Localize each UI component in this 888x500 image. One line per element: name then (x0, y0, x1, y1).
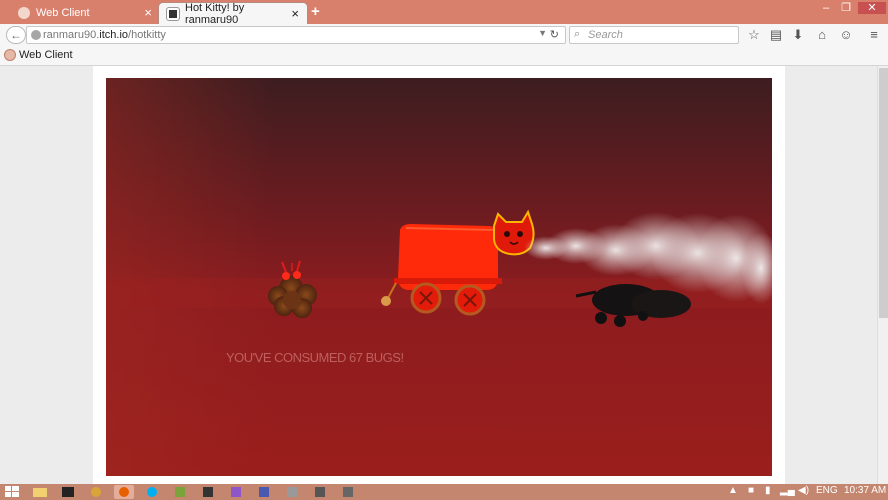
bookmark-star-icon[interactable]: ☆ (746, 27, 762, 43)
scrollbar-thumb[interactable] (879, 68, 888, 318)
bugs-consumed-message: YOU'VE CONSUMED 67 BUGS! (226, 350, 404, 365)
restore-icon[interactable]: ❐ (838, 2, 854, 14)
minimize-icon[interactable]: – (818, 2, 834, 14)
page-scrollbar[interactable] (877, 66, 888, 484)
stats-app-icon[interactable] (338, 485, 358, 499)
search-field[interactable]: ⌕ Search (569, 26, 739, 44)
close-tab-icon[interactable]: × (291, 6, 299, 21)
game-canvas[interactable]: YOU'VE CONSUMED 67 BUGS! (106, 78, 772, 476)
close-tab-icon[interactable]: × (144, 5, 152, 20)
web-client-favicon-icon (18, 7, 30, 19)
tab-label: Web Client (36, 7, 90, 19)
chat-icon[interactable]: ☺ (838, 27, 854, 43)
url-dropdown-icon[interactable]: ▼ (538, 28, 547, 38)
home-icon[interactable]: ⌂ (814, 27, 830, 43)
terminal-icon[interactable] (58, 485, 78, 499)
firefox-icon[interactable] (114, 485, 134, 499)
battery-icon[interactable]: ▮ (765, 485, 771, 496)
tab-web-client[interactable]: Web Client × (10, 2, 160, 24)
app-icon[interactable] (170, 485, 190, 499)
language-indicator[interactable]: ENG (816, 485, 838, 496)
window-close-icon[interactable]: ✕ (858, 2, 886, 14)
clock[interactable]: 10:37 AM (844, 485, 886, 496)
right-wheel (454, 284, 486, 316)
itch-favicon-icon (166, 6, 180, 21)
windows-start-icon[interactable] (4, 485, 20, 499)
web-client-icon (4, 49, 16, 61)
volume-icon[interactable]: ◀) (798, 485, 809, 496)
tab-label: Hot Kitty! by ranmaru90 (185, 1, 245, 26)
taskbar: ▲ ■ ▮ ▂▄ ◀) ENG 10:37 AM (0, 484, 888, 500)
bookmark-label: Web Client (19, 49, 73, 61)
tab-hot-kitty[interactable]: Hot Kitty! by ranmaru90 × (158, 1, 308, 26)
back-button[interactable]: ← (6, 26, 26, 44)
left-wheel (410, 282, 442, 314)
visual-studio-icon[interactable] (226, 485, 246, 499)
tray-app-icon[interactable]: ■ (748, 485, 754, 496)
skype-icon[interactable] (142, 485, 162, 499)
bookmark-web-client[interactable]: Web Client (4, 49, 73, 61)
search-placeholder: Search (588, 29, 623, 41)
page-content: YOU'VE CONSUMED 67 BUGS! (0, 66, 888, 484)
url-text: ranmaru90.itch.io/hotkitty (43, 29, 166, 41)
bookmarks-toolbar: Web Client (0, 46, 888, 66)
reading-list-icon[interactable]: ▤ (768, 27, 784, 43)
title-bar: Web Client × Hot Kitty! by ranmaru90 × +… (0, 0, 888, 26)
search-icon: ⌕ (574, 28, 581, 40)
back-arrow-icon: ← (10, 28, 22, 42)
network-icon[interactable]: ▂▄ (780, 485, 795, 496)
tool-icon[interactable] (254, 485, 274, 499)
globe-icon (31, 30, 41, 40)
tray-arrow-icon[interactable]: ▲ (728, 485, 738, 496)
explorer-icon[interactable] (30, 485, 50, 499)
misc-app-icon[interactable] (282, 485, 302, 499)
navigation-bar: ← ranmaru90.itch.io/hotkitty ▼ ↻ ⌕ Searc… (0, 24, 888, 46)
download-icon[interactable]: ⬇ (790, 27, 806, 43)
chrome-icon[interactable] (86, 485, 106, 499)
new-tab-icon[interactable]: + (311, 3, 320, 20)
menu-icon[interactable]: ≡ (866, 27, 882, 43)
chart-app-icon[interactable] (310, 485, 330, 499)
address-bar[interactable]: ranmaru90.itch.io/hotkitty ▼ ↻ (26, 26, 566, 44)
unity-icon[interactable] (198, 485, 218, 499)
reload-icon[interactable]: ↻ (550, 28, 559, 41)
game-scene (106, 78, 772, 476)
